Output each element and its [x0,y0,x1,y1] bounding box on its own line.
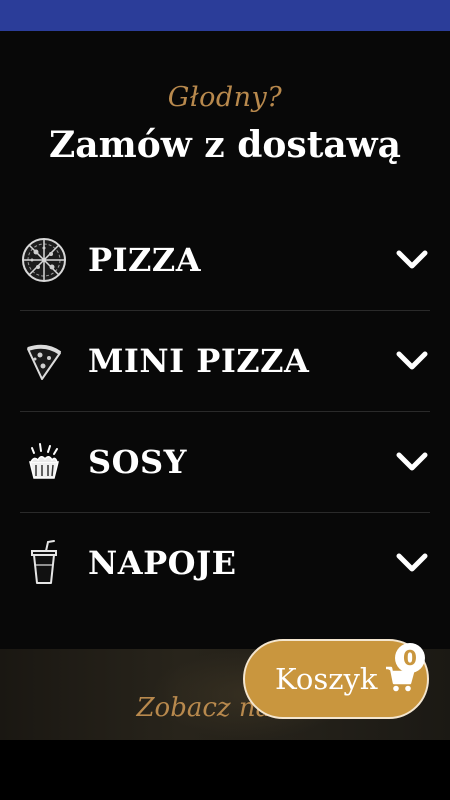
category-item-pizza[interactable]: PIZZA [20,210,430,311]
sauce-cup-icon [20,438,68,486]
category-label: MINI PIZZA [88,342,310,380]
pizza-slice-icon [20,337,68,385]
category-list: PIZZA MINI PIZZA SOSY NAPOJE [20,210,430,613]
bottom-area [0,740,450,800]
category-label: NAPOJE [88,544,237,582]
category-item-mini-pizza[interactable]: MINI PIZZA [20,311,430,412]
chevron-down-icon[interactable] [396,350,428,372]
cart-count-badge: 0 [395,643,425,673]
pizza-icon [20,236,68,284]
page-title: Zamów z dostawą [49,124,401,166]
category-label: PIZZA [88,241,202,279]
category-item-sauces[interactable]: SOSY [20,412,430,513]
chevron-down-icon[interactable] [396,451,428,473]
drink-cup-icon [20,539,68,587]
chevron-down-icon[interactable] [396,249,428,271]
chevron-down-icon[interactable] [396,552,428,574]
cart-button[interactable]: Koszyk 0 [243,639,429,719]
category-item-drinks[interactable]: NAPOJE [20,513,430,613]
tagline: Głodny? [167,82,283,113]
cart-label: Koszyk [275,662,378,696]
category-label: SOSY [88,443,187,481]
status-bar [0,0,450,31]
